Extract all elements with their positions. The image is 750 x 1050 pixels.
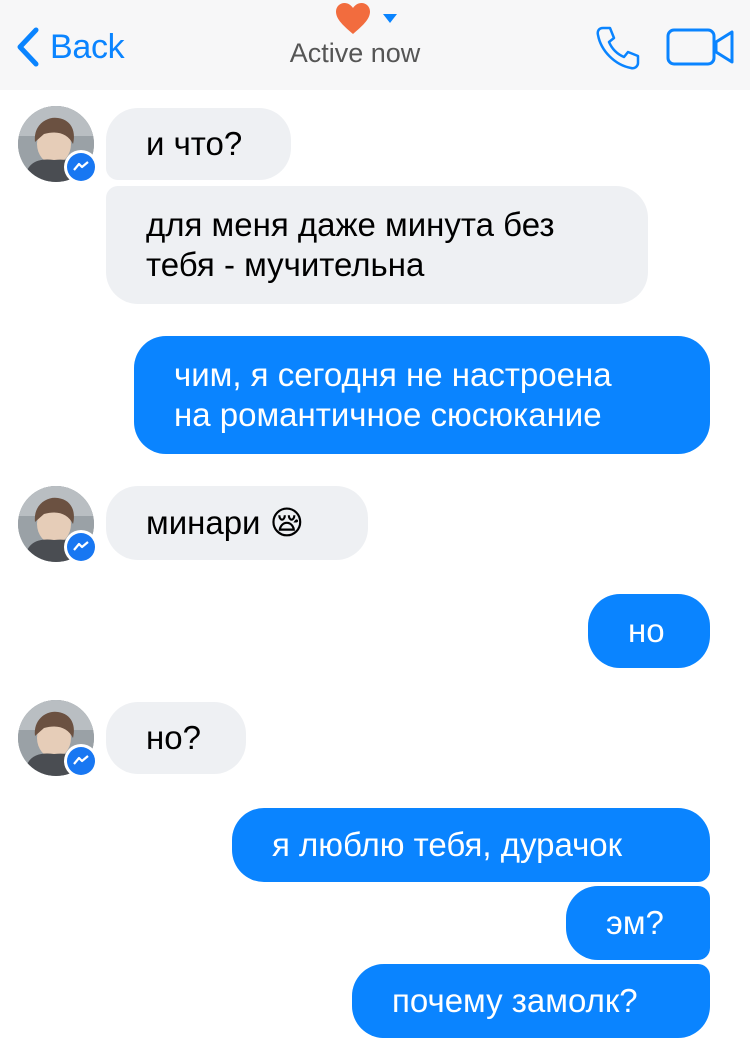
active-status: Active now xyxy=(289,38,421,68)
chevron-down-icon xyxy=(383,14,397,23)
contact-avatar[interactable] xyxy=(18,700,98,778)
message-bubble[interactable]: и что? xyxy=(106,108,291,180)
contact-avatar[interactable] xyxy=(18,486,98,564)
video-camera-icon[interactable] xyxy=(666,26,736,68)
message-bubble[interactable]: почему замолк? xyxy=(352,964,710,1038)
message-bubble[interactable]: но xyxy=(588,594,710,668)
phone-icon[interactable] xyxy=(594,24,642,72)
contact-avatar[interactable] xyxy=(18,106,98,184)
back-label: Back xyxy=(50,27,125,66)
chevron-left-icon xyxy=(17,27,39,67)
heart-icon xyxy=(336,3,370,34)
messenger-badge-icon xyxy=(64,530,98,564)
message-bubble[interactable]: чим, я сегодня не настроена на романтичн… xyxy=(134,336,710,454)
back-button[interactable]: Back xyxy=(14,22,125,72)
message-bubble[interactable]: эм? xyxy=(566,886,710,960)
messenger-badge-icon xyxy=(64,150,98,184)
chat-header: Back Active now xyxy=(0,0,750,90)
message-bubble[interactable]: я люблю тебя, дурачок xyxy=(232,808,710,882)
message-bubble[interactable]: но? xyxy=(106,702,246,774)
message-bubble[interactable]: для меня даже минута без тебя - мучитель… xyxy=(106,186,648,304)
messenger-badge-icon xyxy=(64,744,98,778)
message-bubble[interactable]: минари 😪 xyxy=(106,486,368,560)
conversation-title[interactable]: Active now xyxy=(255,0,455,90)
